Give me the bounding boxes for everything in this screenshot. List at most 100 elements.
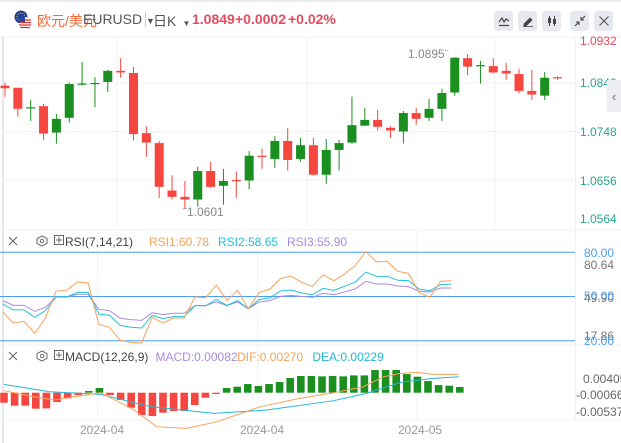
candle-body [501, 70, 511, 74]
price-axis-label: 1.0656 [580, 174, 617, 188]
macd-histogram-bar [360, 375, 369, 393]
candle-body [321, 149, 331, 175]
candle-body [463, 58, 473, 67]
date-axis-label: 2024-04 [80, 423, 124, 437]
side-panel-toggle[interactable]: ‹ [607, 80, 621, 112]
rsi-axis-lower: 20.00 [584, 334, 614, 348]
macd-histogram-bar [265, 384, 273, 393]
dea-line [3, 376, 459, 414]
macd-histogram-bar [318, 376, 326, 393]
macd-settings-icon-center [39, 353, 45, 359]
candle-body [437, 93, 447, 109]
candle-body [13, 87, 23, 109]
macd-histogram-bar [53, 392, 61, 403]
candle-body [347, 125, 357, 143]
macd-histogram-bar [350, 375, 358, 393]
candle-body [90, 83, 100, 85]
candle-body [167, 190, 177, 197]
candle-body [257, 155, 267, 157]
macd-histogram-bar [328, 376, 337, 393]
macd-value-label: MACD:0.00082 [156, 350, 238, 364]
price-axis-label: 1.0932 [580, 34, 617, 48]
rsi-value-label: RSI1:60.78 [149, 235, 209, 249]
macd-value-label: DIF:0.00270 [237, 350, 303, 364]
macd-histogram-bar [180, 392, 188, 412]
macd-histogram-bar [445, 385, 453, 393]
candle-body [424, 108, 434, 118]
candle-body [334, 143, 344, 150]
macd-histogram-bar [244, 384, 252, 393]
rsi-settings-icon-center [39, 238, 45, 244]
macd-axis-label: 0.00405 [583, 372, 621, 386]
macd-histogram-bar [127, 392, 135, 408]
macd-histogram-bar [212, 392, 220, 395]
rsi-expand-icon-plus [56, 237, 62, 243]
macd-axis-label: -0.00537 [576, 405, 621, 419]
candle-body [283, 140, 293, 160]
macd-histogram-bar [297, 376, 305, 393]
macd-settings-icon[interactable] [36, 350, 48, 362]
macd-histogram-bar [403, 374, 411, 393]
macd-histogram-bar [106, 392, 114, 396]
candle-body [231, 180, 241, 182]
candle-body [26, 107, 36, 109]
rsi-value-label: RSI2:58.65 [218, 235, 278, 249]
candle-body [373, 119, 383, 127]
candle-body [218, 181, 228, 186]
macd-axis-label: -0.00066 [576, 388, 621, 402]
rsi-axis-mid: 50.00 [584, 289, 614, 303]
candle-body [514, 74, 524, 91]
candle-body [308, 145, 318, 175]
candle-body [141, 133, 151, 143]
rsi-value-label: RSI3:55.90 [287, 235, 347, 249]
macd-histogram-bar [10, 392, 19, 406]
candle-body [51, 118, 61, 133]
macd-histogram-bar [434, 385, 443, 393]
candle-body [39, 106, 49, 134]
macd-histogram-bar [42, 392, 51, 409]
candle-body [540, 77, 550, 96]
rsi-settings-icon[interactable] [36, 235, 48, 247]
high-price-label: 1.0895¨ [408, 47, 449, 61]
date-axis-label: 2024-05 [398, 423, 442, 437]
macd-histogram-bar [85, 391, 93, 393]
candle-body [398, 113, 408, 132]
candle-body [553, 77, 563, 79]
candle-body [154, 143, 164, 187]
candle-body [386, 127, 395, 131]
kline-chart[interactable]: 1.09321.08401.07481.06561.05641.0895¨¨1.… [0, 0, 621, 443]
macd-histogram-bar [413, 376, 422, 393]
macd-expand-icon-plus [56, 352, 62, 358]
macd-histogram-bar [456, 387, 464, 393]
macd-histogram-bar [275, 382, 284, 393]
chevron-left-icon: ‹ [611, 88, 617, 104]
macd-histogram-bar [307, 376, 316, 393]
low-price-label: ¨1.0601 [183, 205, 224, 219]
price-axis-label: 1.0564 [580, 212, 617, 226]
date-axis-label: 2024-04 [240, 423, 284, 437]
candle-body [64, 84, 74, 118]
candle-body [116, 70, 126, 73]
macd-histogram-bar [254, 386, 263, 393]
rsi-title: RSI(7,14,21) [65, 235, 133, 249]
candle-body [244, 155, 254, 181]
candle-body [475, 65, 485, 67]
candle-body [411, 113, 421, 119]
rsi-close-icon[interactable] [8, 236, 18, 246]
rsi-axis-max: 80.64 [584, 258, 614, 272]
candle-body [193, 171, 203, 200]
macd-histogram-bar [233, 386, 241, 393]
macd-value-label: DEA:0.00229 [312, 350, 384, 364]
candle-body [129, 72, 138, 135]
candle-body [77, 83, 87, 85]
candle-body [270, 140, 280, 159]
macd-histogram-bar [222, 388, 231, 393]
macd-close-icon[interactable] [8, 351, 18, 361]
candle-body [527, 90, 537, 95]
candle-body [180, 196, 190, 200]
macd-histogram-bar [32, 392, 40, 409]
candle-body [450, 57, 460, 93]
macd-histogram-bar [95, 388, 104, 393]
rsi1-line [2, 250, 452, 344]
macd-histogram-bar [201, 392, 210, 398]
